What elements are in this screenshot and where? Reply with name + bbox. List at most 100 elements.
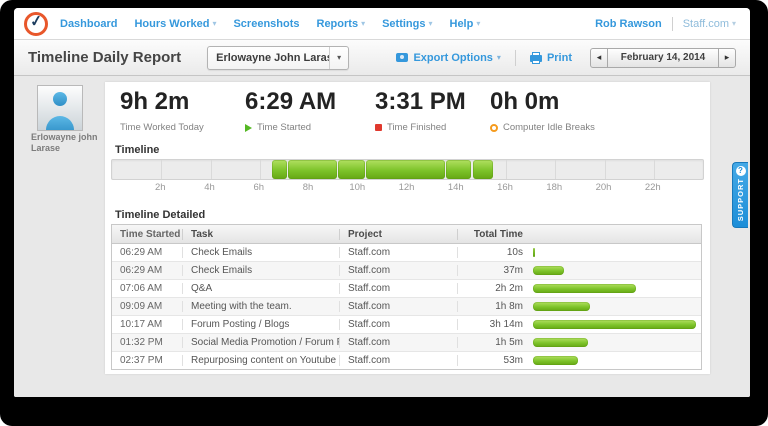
date-navigator: ◂ February 14, 2014 ▸	[590, 47, 736, 68]
timeline-bar[interactable]	[111, 159, 704, 180]
hour-label: 22h	[644, 182, 661, 193]
worked-time-segment[interactable]	[472, 160, 494, 179]
stat-value: 0h 0m	[490, 88, 560, 115]
user-select-value: Erlowayne John Larase	[216, 51, 330, 64]
screenshot-frame: Dashboard Hours Worked ▾ Screenshots Rep…	[0, 0, 768, 426]
cell-time-started: 10:17 AM	[120, 319, 163, 330]
duration-bar	[533, 284, 636, 293]
chevron-down-icon: ▾	[496, 53, 501, 62]
cell-task: Forum Posting / Blogs	[182, 319, 339, 330]
play-green-icon	[245, 123, 252, 132]
timeline-tick	[259, 160, 261, 179]
cell-task: Check Emails	[182, 265, 339, 276]
staff-clock-logo-icon	[24, 11, 48, 36]
left-arrow-icon: ◂	[596, 52, 602, 62]
cell-duration-bar	[529, 302, 701, 311]
timeline-detailed-section-title: Timeline Detailed	[115, 209, 206, 221]
table-row[interactable]: 10:17 AM Forum Posting / Blogs Staff.com…	[112, 316, 701, 334]
worked-time-segment[interactable]	[337, 160, 365, 179]
right-arrow-icon: ▸	[724, 52, 730, 62]
stat-block: 6:29 AM Time Started	[245, 88, 336, 133]
stat-label: Computer Idle Breaks	[503, 122, 595, 133]
nav-user-link[interactable]: Rob Rawson	[595, 18, 662, 30]
table-row[interactable]: 06:29 AM Check Emails Staff.com 37m	[112, 262, 701, 280]
column-header-task[interactable]: Task	[182, 228, 339, 240]
nav-account-link[interactable]: Staff.com	[683, 18, 729, 30]
cell-time-started: 01:32 PM	[120, 337, 163, 348]
nav-right: Rob Rawson Staff.com ▾	[595, 16, 736, 31]
duration-bar	[533, 302, 590, 311]
chevron-down-icon: ▾	[212, 19, 217, 28]
nav-items: Dashboard Hours Worked ▾ Screenshots Rep…	[60, 18, 497, 30]
nav-item-help[interactable]: Help ▾	[450, 18, 481, 30]
hour-label: 18h	[546, 182, 563, 193]
support-tab[interactable]: ? SUPPORT	[732, 162, 748, 228]
table-row[interactable]: 09:09 AM Meeting with the team. Staff.co…	[112, 298, 701, 316]
hour-label: 6h	[253, 182, 265, 193]
report-toolbar: Timeline Daily Report Erlowayne John Lar…	[14, 40, 750, 76]
cell-project: Staff.com	[339, 265, 457, 276]
printer-icon	[529, 51, 542, 64]
worked-time-segment[interactable]	[288, 160, 337, 179]
stat-block: 9h 2m Time Worked Today	[120, 88, 204, 133]
column-header-total-time[interactable]: Total Time	[457, 228, 529, 240]
chevron-down-icon: ▾	[731, 19, 736, 28]
cell-total-time: 2h 2m	[457, 283, 529, 294]
cell-project: Staff.com	[339, 337, 457, 348]
chevron-down-icon: ▾	[329, 46, 348, 69]
user-select[interactable]: Erlowayne John Larase ▾	[207, 45, 350, 70]
table-body: 06:29 AM Check Emails Staff.com 10s 06:2…	[112, 244, 701, 369]
table-row[interactable]: 01:32 PM Social Media Promotion / Forum …	[112, 334, 701, 352]
table-row[interactable]: 06:29 AM Check Emails Staff.com 10s	[112, 244, 701, 262]
top-navbar: Dashboard Hours Worked ▾ Screenshots Rep…	[14, 8, 750, 40]
nav-item-settings[interactable]: Settings ▾	[382, 18, 432, 30]
cell-total-time: 1h 8m	[457, 301, 529, 312]
square-red-icon	[375, 124, 382, 131]
cell-project: Staff.com	[339, 355, 457, 366]
print-button[interactable]: Print	[529, 51, 572, 64]
table-header-row: Time Started Task Project Total Time	[112, 225, 701, 244]
cell-task: Check Emails	[182, 247, 339, 258]
table-row[interactable]: 02:37 PM Repurposing content on Youtube …	[112, 352, 701, 369]
timeline-tick	[604, 160, 606, 179]
column-header-time-started[interactable]: Time Started	[112, 229, 182, 240]
previous-day-button[interactable]: ◂	[590, 47, 608, 68]
cell-project: Staff.com	[339, 319, 457, 330]
timeline-tick	[653, 160, 655, 179]
chevron-down-icon: ▾	[428, 19, 433, 28]
table-row[interactable]: 07:06 AM Q&A Staff.com 2h 2m	[112, 280, 701, 298]
duration-bar	[533, 320, 696, 329]
column-header-project[interactable]: Project	[339, 228, 457, 240]
hour-label: 10h	[349, 182, 366, 193]
cell-time-started: 09:09 AM	[120, 301, 163, 312]
worked-time-segment[interactable]	[271, 160, 287, 179]
nav-item-dashboard[interactable]: Dashboard	[60, 18, 117, 30]
hour-label: 4h	[204, 182, 215, 193]
nav-item-reports[interactable]: Reports ▾	[317, 18, 366, 30]
cell-time-started: 07:06 AM	[120, 283, 163, 294]
worked-time-segment[interactable]	[365, 160, 445, 179]
sidebar-user-name: Erlowayne john Larase	[31, 132, 98, 153]
timeline-tick	[161, 160, 163, 179]
duration-bar	[533, 266, 564, 275]
date-display-button[interactable]: February 14, 2014	[607, 47, 719, 68]
timeline-tick	[210, 160, 212, 179]
cell-time-started: 06:29 AM	[120, 247, 163, 258]
nav-item-hours-worked[interactable]: Hours Worked ▾	[134, 18, 216, 30]
next-day-button[interactable]: ▸	[718, 47, 736, 68]
hour-label: 20h	[595, 182, 612, 193]
export-options-label: Export Options	[413, 51, 493, 64]
timeline-section-title: Timeline	[115, 144, 160, 156]
duration-bar	[533, 356, 578, 365]
avatar	[37, 85, 83, 131]
cell-total-time: 37m	[457, 265, 529, 276]
nav-item-screenshots[interactable]: Screenshots	[233, 18, 299, 30]
stat-block: 0h 0m Computer Idle Breaks	[490, 88, 595, 133]
worked-time-segment[interactable]	[445, 160, 472, 179]
cell-duration-bar	[529, 266, 701, 275]
cell-duration-bar	[529, 284, 701, 293]
export-options-button[interactable]: Export Options ▾	[396, 51, 501, 64]
cell-duration-bar	[529, 320, 701, 329]
stat-value: 9h 2m	[120, 88, 190, 115]
cell-project: Staff.com	[339, 301, 457, 312]
